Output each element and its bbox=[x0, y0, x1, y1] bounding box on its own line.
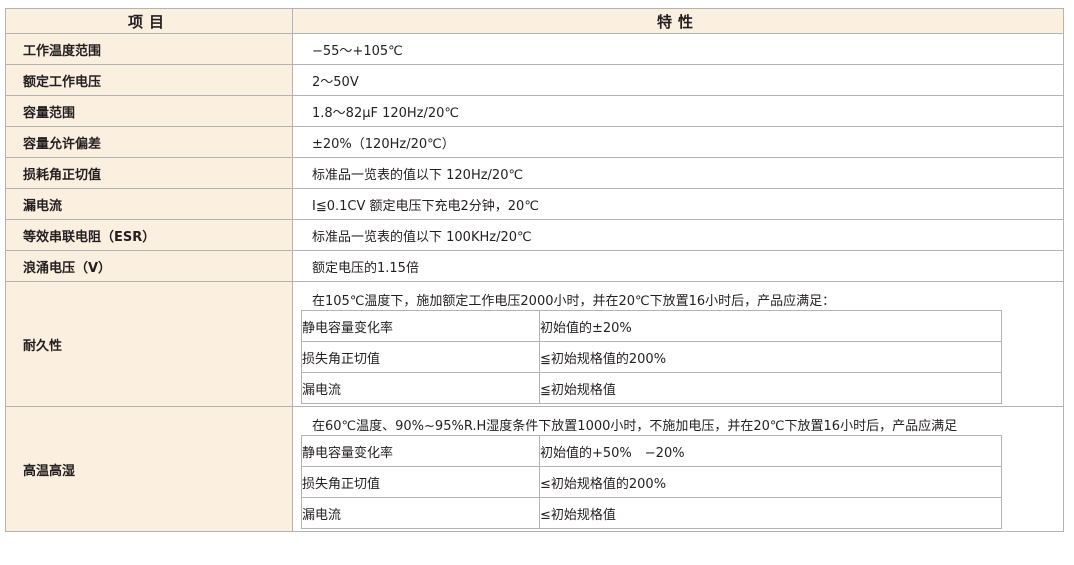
sub-row: 损失角正切值 ≤初始规格值的200% bbox=[301, 466, 1002, 498]
table-row: 浪涌电压（V） 额定电压的1.15倍 bbox=[5, 250, 1064, 282]
row-value: 1.8～82μF 120Hz/20℃ bbox=[292, 95, 1064, 127]
sub-row: 静电容量变化率 初始值的±20% bbox=[301, 310, 1002, 342]
table-row: 工作温度范围 −55～+105℃ bbox=[5, 33, 1064, 65]
row-label: 浪涌电压（V） bbox=[5, 250, 293, 282]
sub-row: 静电容量变化率 初始值的+50% −20% bbox=[301, 435, 1002, 467]
sub-item-name: 静电容量变化率 bbox=[301, 435, 540, 467]
row-label: 漏电流 bbox=[5, 188, 293, 220]
table-row: 容量范围 1.8～82μF 120Hz/20℃ bbox=[5, 95, 1064, 127]
row-label: 损耗角正切值 bbox=[5, 157, 293, 189]
table-row: 额定工作电压 2～50V bbox=[5, 64, 1064, 96]
row-value: ±20%（120Hz/20℃） bbox=[292, 126, 1064, 158]
row-label: 等效串联电阻（ESR） bbox=[5, 219, 293, 251]
table-row: 漏电流 I≦0.1CV 额定电压下充电2分钟，20℃ bbox=[5, 188, 1064, 220]
sub-item-value: 初始值的±20% bbox=[539, 310, 1002, 342]
row-value: I≦0.1CV 额定电压下充电2分钟，20℃ bbox=[292, 188, 1064, 220]
group-row-durability: 耐久性 在105℃温度下，施加额定工作电压2000小时，并在20℃下放置16小时… bbox=[5, 281, 1064, 407]
sub-row: 损失角正切值 ≦初始规格值的200% bbox=[301, 341, 1002, 373]
group-caption: 在60℃温度、90%~95%R.H湿度条件下放置1000小时，不施加电压，并在2… bbox=[312, 419, 958, 434]
sub-item-value: 初始值的+50% −20% bbox=[539, 435, 1002, 467]
sub-item-name: 损失角正切值 bbox=[301, 341, 540, 373]
sub-item-name: 漏电流 bbox=[301, 372, 540, 404]
sub-row: 漏电流 ≦初始规格值 bbox=[301, 372, 1002, 404]
sub-table: 静电容量变化率 初始值的+50% −20% 损失角正切值 ≤初始规格值的200%… bbox=[301, 435, 1002, 529]
header-row: 项目 特性 bbox=[5, 8, 1064, 34]
spec-table: 项目 特性 工作温度范围 −55～+105℃ 额定工作电压 2～50V 容量范围… bbox=[5, 8, 1064, 532]
row-value: 2～50V bbox=[292, 64, 1064, 96]
sub-item-name: 漏电流 bbox=[301, 497, 540, 529]
table-row: 容量允许偏差 ±20%（120Hz/20℃） bbox=[5, 126, 1064, 158]
group-row-humidity: 高温高湿 在60℃温度、90%~95%R.H湿度条件下放置1000小时，不施加电… bbox=[5, 406, 1064, 532]
row-label: 工作温度范围 bbox=[5, 33, 293, 65]
row-label: 容量范围 bbox=[5, 95, 293, 127]
row-label: 额定工作电压 bbox=[5, 64, 293, 96]
sub-item-value: ≦初始规格值的200% bbox=[539, 341, 1002, 373]
sub-item-value: ≦初始规格值 bbox=[539, 372, 1002, 404]
sub-item-name: 静电容量变化率 bbox=[301, 310, 540, 342]
table-row: 损耗角正切值 标准品一览表的值以下 120Hz/20℃ bbox=[5, 157, 1064, 189]
row-value: 标准品一览表的值以下 120Hz/20℃ bbox=[292, 157, 1064, 189]
sub-row: 漏电流 ≤初始规格值 bbox=[301, 497, 1002, 529]
header-spec: 特性 bbox=[292, 8, 1064, 34]
group-label: 耐久性 bbox=[5, 281, 293, 407]
group-value: 在60℃温度、90%~95%R.H湿度条件下放置1000小时，不施加电压，并在2… bbox=[292, 406, 1064, 532]
row-value: −55～+105℃ bbox=[292, 33, 1064, 65]
row-value: 标准品一览表的值以下 100KHz/20℃ bbox=[292, 219, 1064, 251]
group-value: 在105℃温度下，施加额定工作电压2000小时，并在20℃下放置16小时后，产品… bbox=[292, 281, 1064, 407]
sub-item-value: ≤初始规格值 bbox=[539, 497, 1002, 529]
group-label: 高温高湿 bbox=[5, 406, 293, 532]
sub-item-value: ≤初始规格值的200% bbox=[539, 466, 1002, 498]
table-row: 等效串联电阻（ESR） 标准品一览表的值以下 100KHz/20℃ bbox=[5, 219, 1064, 251]
group-caption: 在105℃温度下，施加额定工作电压2000小时，并在20℃下放置16小时后，产品… bbox=[312, 294, 836, 309]
sub-table: 静电容量变化率 初始值的±20% 损失角正切值 ≦初始规格值的200% 漏电流 … bbox=[301, 310, 1002, 404]
row-value: 额定电压的1.15倍 bbox=[292, 250, 1064, 282]
sub-item-name: 损失角正切值 bbox=[301, 466, 540, 498]
row-label: 容量允许偏差 bbox=[5, 126, 293, 158]
header-item: 项目 bbox=[5, 8, 293, 34]
